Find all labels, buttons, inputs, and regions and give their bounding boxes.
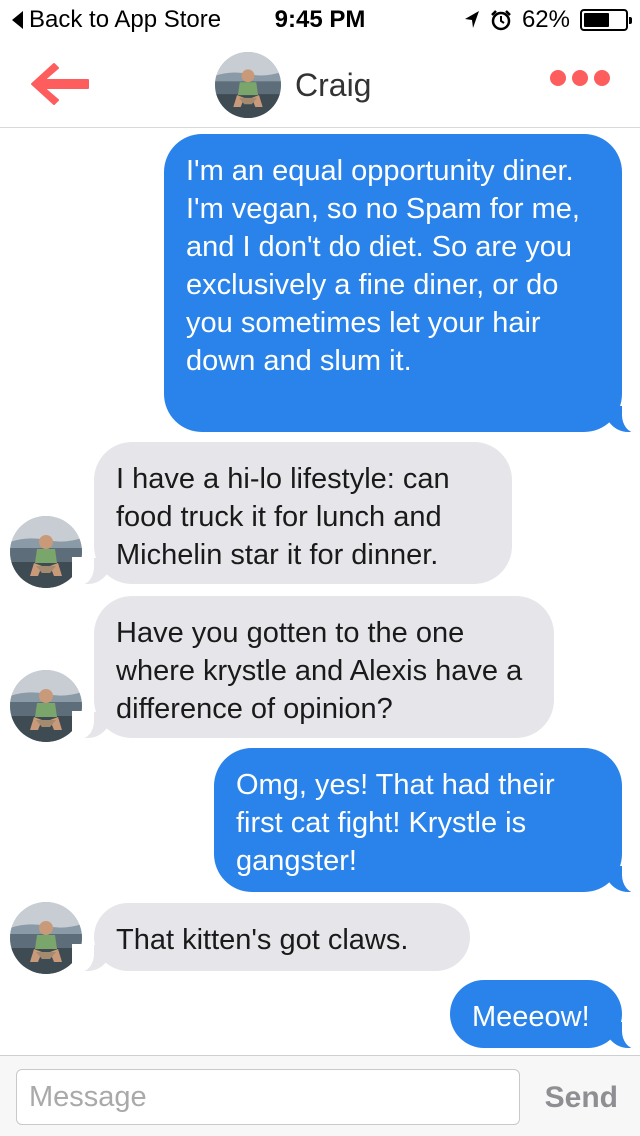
message-bubble-outgoing[interactable]: I'm an equal opportunity diner. I'm vega… [164,134,640,433]
status-indicators: 62% [464,6,632,34]
message-bubble-incoming[interactable]: I have a hi-lo lifestyle: can food truck… [72,442,512,585]
battery-icon [580,9,632,31]
chat-screen: Back to App Store 9:45 PM 62% Craig I'm … [0,0,640,1136]
message-input[interactable] [16,1069,520,1125]
battery-percent: 62% [521,6,570,33]
status-bar: Back to App Store 9:45 PM 62% [0,0,640,40]
chat-header: Craig [0,40,640,128]
more-dots-icon [550,70,566,86]
battery-fill [584,13,609,27]
compose-bar: Send [0,1055,640,1136]
back-arrow-icon[interactable] [28,62,92,106]
more-options-button[interactable] [550,70,610,86]
message-list[interactable]: I'm an equal opportunity diner. I'm vega… [0,130,640,1055]
message-bubble-incoming[interactable]: Have you gotten to the one where krystle… [72,596,554,739]
message-text: Meeeow! [472,1001,590,1033]
send-button[interactable]: Send [545,1070,618,1126]
message-bubble-incoming[interactable]: That kitten's got claws. [72,903,470,972]
message-bubble-outgoing[interactable]: Meeeow! [450,980,640,1049]
contact-name: Craig [295,66,372,103]
message-text: Omg, yes! That had their first cat fight… [236,769,555,877]
alarm-clock-icon [491,10,511,31]
message-bubble-outgoing[interactable]: Omg, yes! That had their first cat fight… [214,748,640,893]
message-text: I'm an equal opportunity diner. I'm vega… [186,155,580,377]
message-text: That kitten's got claws. [116,924,409,956]
contact-avatar[interactable] [215,52,281,118]
contact-header[interactable]: Craig [215,52,371,118]
location-arrow-icon [464,11,479,28]
message-text: Have you gotten to the one where krystle… [116,617,523,725]
message-text: I have a hi-lo lifestyle: can food truck… [116,463,450,571]
